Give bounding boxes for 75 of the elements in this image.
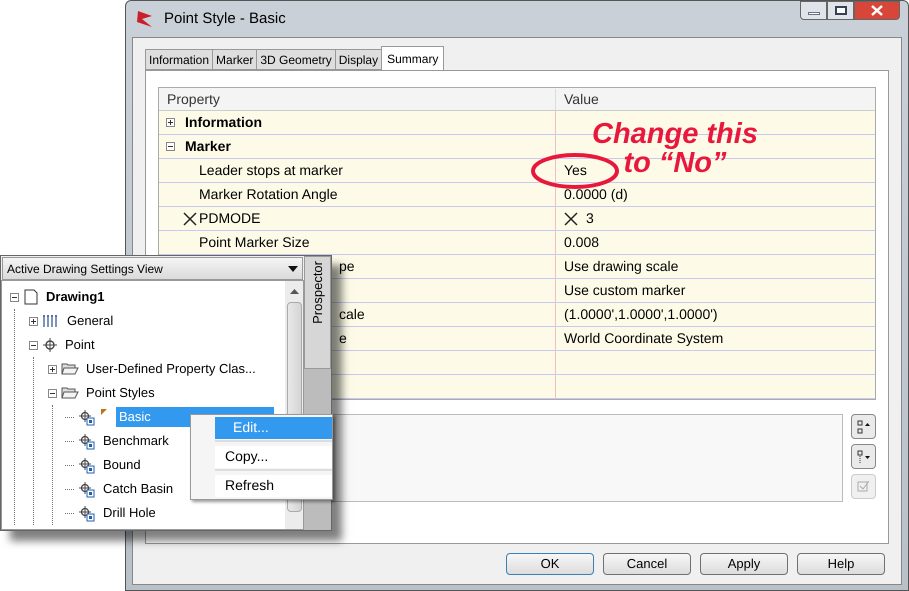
property-value: (1.0000',1.0000',1.0000') — [564, 305, 718, 324]
close-button[interactable] — [854, 1, 900, 20]
dropdown-arrow-icon — [288, 266, 298, 272]
point-style-icon — [78, 480, 96, 498]
point-style-icon — [78, 504, 96, 522]
property-name: Leader stops at marker — [198, 161, 343, 180]
scroll-up-icon — [290, 289, 298, 294]
minimize-button[interactable] — [800, 1, 827, 20]
folder-icon — [61, 386, 79, 400]
property-value: Yes — [564, 161, 587, 180]
collapse-icon[interactable] — [48, 388, 57, 398]
expand-icon[interactable] — [29, 316, 38, 326]
tree-down-icon — [856, 450, 870, 464]
property-value: World Coordinate System — [564, 329, 724, 348]
menu-item[interactable]: Refresh — [215, 474, 332, 496]
tree-item[interactable]: Drawing1 — [43, 287, 108, 307]
category-label: Information — [184, 113, 262, 132]
dialog-button[interactable]: Cancel — [603, 553, 691, 575]
property-value: 0.008 — [564, 233, 600, 252]
tree-item[interactable]: Point Styles — [83, 383, 158, 403]
tree-item[interactable]: General — [64, 311, 116, 331]
tree-item[interactable]: Bound — [100, 455, 144, 475]
property-name: Point Marker Size — [198, 233, 310, 252]
expand-icon[interactable] — [166, 118, 174, 127]
point-style-icon — [78, 432, 96, 450]
property-value: 3 — [586, 209, 594, 228]
checkbox-icon — [856, 480, 870, 494]
menu-item[interactable]: Copy... — [215, 446, 332, 468]
dialog-button[interactable]: Help — [797, 553, 885, 575]
tab[interactable]: Information — [145, 49, 214, 70]
collapse-all-button[interactable] — [851, 444, 876, 469]
collapse-icon[interactable] — [10, 292, 19, 302]
annotation-text: Change this — [592, 120, 758, 149]
property-name: pe — [339, 258, 355, 274]
expand-icon[interactable] — [48, 364, 57, 374]
property-name: Marker Rotation Angle — [198, 185, 338, 204]
apply-check-button[interactable] — [851, 474, 876, 499]
tree-item[interactable]: Benchmark — [100, 431, 172, 451]
point-style-icon — [78, 408, 96, 426]
tab[interactable]: 3D Geometry — [256, 49, 336, 70]
point-style-icon — [78, 456, 96, 474]
category-label: Marker — [184, 137, 231, 156]
dialog-button[interactable]: Apply — [700, 553, 788, 575]
folder-icon — [61, 362, 79, 376]
property-value: 0.0000 (d) — [564, 185, 628, 204]
document-icon — [23, 289, 39, 305]
dialog-button[interactable]: OK — [506, 553, 594, 575]
column-header: Property — [159, 88, 556, 110]
tree-item[interactable]: Catch Basin — [100, 479, 176, 499]
collapse-icon[interactable] — [166, 142, 174, 151]
cross-icon — [183, 212, 197, 226]
close-icon — [871, 5, 883, 16]
cross-icon — [564, 212, 578, 226]
property-name: cale — [339, 306, 365, 322]
side-tab[interactable]: Prospector — [304, 256, 331, 369]
tab[interactable]: Display — [334, 49, 382, 70]
view-dropdown[interactable]: Active Drawing Settings View — [2, 257, 303, 280]
annotation-text: to “No” — [623, 149, 727, 178]
column-header: Value — [563, 90, 599, 108]
tree-item[interactable]: Point — [62, 335, 98, 355]
tree-up-icon — [856, 420, 870, 434]
property-value: Use drawing scale — [564, 257, 678, 276]
property-name: e — [339, 330, 347, 346]
tools-icon — [42, 314, 60, 328]
tab[interactable]: Summary — [381, 46, 444, 70]
tree-item[interactable]: User-Defined Property Clas... — [83, 359, 259, 379]
property-value: Use custom marker — [564, 281, 686, 300]
collapse-icon[interactable] — [29, 340, 38, 350]
window-title: Point Style - Basic — [164, 8, 286, 29]
expand-all-button[interactable] — [851, 414, 876, 439]
crosshair-icon — [42, 337, 58, 353]
tab[interactable]: Marker — [212, 49, 258, 70]
property-name: PDMODE — [198, 209, 260, 228]
tree-item[interactable]: Drill Hole — [100, 503, 159, 523]
maximize-button[interactable] — [827, 1, 854, 20]
